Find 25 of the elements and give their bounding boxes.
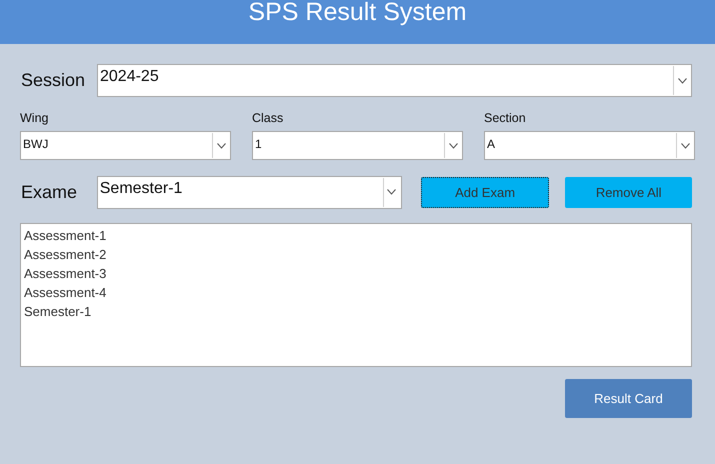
- add-exam-button[interactable]: Add Exam: [420, 176, 550, 208]
- field-label: Section: [484, 111, 527, 125]
- chevron-down-icon: [216, 142, 226, 148]
- app-title: SPS Result System: [248, 0, 467, 25]
- dropdown-field[interactable]: 1: [252, 131, 463, 160]
- list-item[interactable]: Assessment-4: [24, 283, 688, 302]
- field-label: Wing: [20, 111, 50, 125]
- list-item[interactable]: Assessment-2: [24, 245, 688, 264]
- exam-list[interactable]: Assessment-1 Assessment-2 Assessment-3 Assessment-4 Semester-1: [20, 223, 692, 367]
- list-item[interactable]: Semester-1: [24, 302, 688, 321]
- dropdown-field[interactable]: Semester-1: [96, 176, 402, 208]
- field-label: Exame: [20, 182, 78, 202]
- dropdown-field[interactable]: 2024-25: [97, 64, 692, 97]
- field-label: Session: [20, 70, 86, 91]
- field-label: Class: [252, 111, 284, 125]
- dropdown-field[interactable]: A: [484, 131, 695, 160]
- list-item[interactable]: Assessment-1: [24, 226, 688, 245]
- chevron-down-icon: [680, 142, 690, 148]
- chevron-down-icon: [387, 189, 396, 195]
- list-item[interactable]: Assessment-3: [24, 264, 688, 283]
- chevron-down-icon: [448, 142, 458, 148]
- chevron-down-icon: [678, 78, 686, 84]
- remove-all-button[interactable]: Remove All: [565, 176, 692, 208]
- dropdown-field[interactable]: BWJ: [20, 131, 231, 160]
- result-card-button[interactable]: Result Card: [565, 379, 692, 418]
